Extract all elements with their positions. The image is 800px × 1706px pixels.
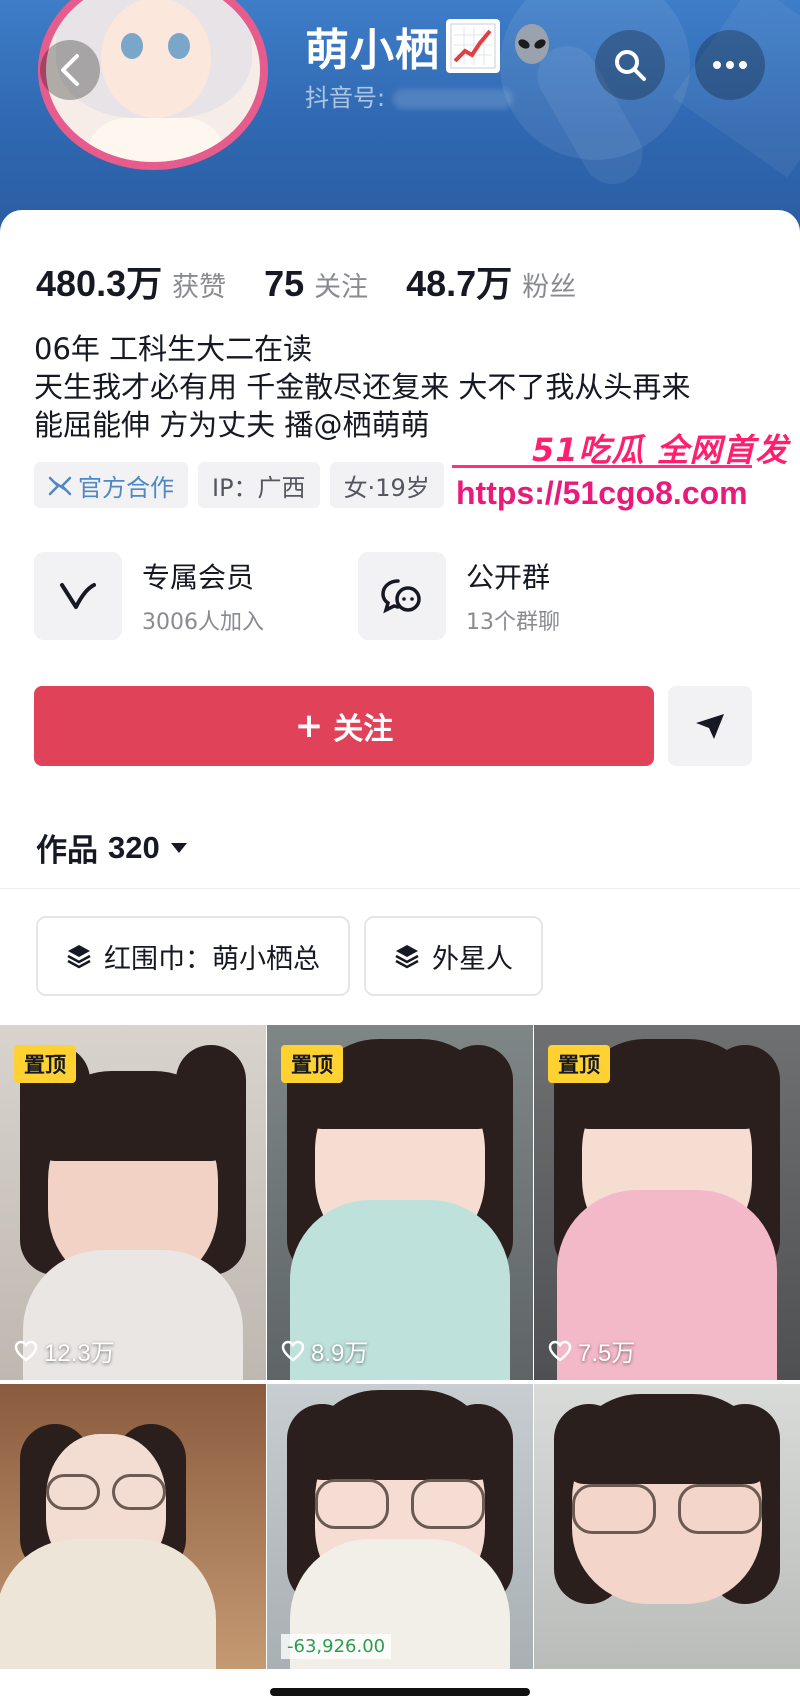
chevron-left-icon xyxy=(61,54,79,86)
works-label: 作品 xyxy=(36,833,98,869)
collections-row: 红围巾：萌小栖总 外星人 xyxy=(36,916,543,996)
ip-location-tag: IP：广西 xyxy=(198,462,320,508)
handshake-icon xyxy=(48,474,72,496)
section-divider xyxy=(0,888,800,889)
like-count: 7.5万 xyxy=(548,1333,635,1368)
public-group-entry[interactable]: 公开群 13个群聊 xyxy=(358,552,682,640)
like-count: 12.3万 xyxy=(14,1333,115,1368)
nickname-text: 萌小栖 xyxy=(305,25,440,76)
douyin-id-label: 抖音号: xyxy=(305,84,386,112)
heart-icon xyxy=(548,1340,572,1362)
back-button[interactable] xyxy=(40,40,100,100)
more-dots-icon xyxy=(713,61,747,69)
bio-line: 06年 工科生大二在读 xyxy=(34,332,313,366)
collection-label: 红围巾：萌小栖总 xyxy=(104,943,320,975)
search-button[interactable] xyxy=(595,30,665,100)
like-count-value: 7.5万 xyxy=(578,1340,636,1367)
likes-label: 获赞 xyxy=(172,272,227,302)
likes-count: 480.3万 xyxy=(36,263,163,304)
followers-count[interactable]: 48.7万 xyxy=(406,255,512,307)
follow-button-label: 关注 xyxy=(333,712,394,747)
douyin-id-redacted xyxy=(393,89,514,109)
following-count[interactable]: 75 xyxy=(264,263,304,305)
video-thumbnail[interactable]: 置顶 8.9万 xyxy=(267,1025,533,1380)
heart-icon xyxy=(14,1340,38,1362)
like-count-value: 12.3万 xyxy=(44,1340,115,1367)
tab-works[interactable]: 作品 320 xyxy=(36,825,188,870)
douyin-id: 抖音号: xyxy=(305,78,514,113)
gender-age-tag: 女·19岁 xyxy=(329,462,444,508)
video-thumbnail[interactable]: 置顶 7.5万 xyxy=(534,1025,800,1380)
following-label[interactable]: 关注 xyxy=(314,265,368,304)
like-count-value: 8.9万 xyxy=(311,1340,369,1367)
chart-increasing-icon xyxy=(446,19,500,73)
share-button[interactable] xyxy=(668,686,752,766)
collection-chip[interactable]: 外星人 xyxy=(364,916,543,996)
bio-mention-link[interactable]: @栖萌萌 xyxy=(313,408,429,442)
like-count: 8.9万 xyxy=(281,1333,368,1368)
video-thumbnail[interactable] xyxy=(0,1384,266,1669)
send-arrow-icon xyxy=(696,714,724,739)
video-thumbnail[interactable]: 置顶 12.3万 xyxy=(0,1025,266,1380)
site-watermark: 51吃瓜 全网首发 https://51cgo8.com xyxy=(452,425,788,525)
video-overlay-text: -63,926.00 xyxy=(281,1634,392,1659)
feature-subtitle: 13个群聊 xyxy=(466,610,560,635)
profile-header-banner: 萌小栖 抖音号: xyxy=(0,0,800,240)
bio-text: 能屈能伸 方为丈夫 播 xyxy=(34,408,314,442)
pinned-badge: 置顶 xyxy=(14,1045,76,1083)
alien-icon xyxy=(515,24,549,64)
collection-chip[interactable]: 红围巾：萌小栖总 xyxy=(36,916,350,996)
follow-button[interactable]: + 关注 xyxy=(34,686,654,766)
collection-label: 外星人 xyxy=(432,943,513,975)
layers-icon xyxy=(67,945,91,969)
heart-icon xyxy=(281,1340,305,1362)
layers-icon xyxy=(395,945,419,969)
exclusive-membership-entry[interactable]: 专属会员 3006人加入 xyxy=(34,552,358,640)
works-count: 320 xyxy=(108,829,160,865)
v-logo-icon xyxy=(34,552,122,640)
bio-line: 天生我才必有用 千金散尽还复来 大不了我从头再来 xyxy=(34,370,691,404)
video-grid: 置顶 12.3万 置顶 8.9万 置顶 7.5万 -63,926.00 xyxy=(0,1025,800,1669)
ip-location-label: IP：广西 xyxy=(212,473,306,502)
chat-bubbles-icon xyxy=(358,552,446,640)
gender-age-label: 女·19岁 xyxy=(343,473,430,502)
profile-stats: 480.3万 获赞 75 关注 48.7万 粉丝 xyxy=(36,255,614,307)
pinned-badge: 置顶 xyxy=(281,1045,343,1083)
followers-label[interactable]: 粉丝 xyxy=(522,265,576,304)
watermark-line xyxy=(452,465,752,468)
feature-title: 公开群 xyxy=(466,561,551,594)
caret-down-icon xyxy=(170,842,187,853)
plus-icon: + xyxy=(294,706,324,746)
more-options-button[interactable] xyxy=(695,30,765,100)
search-icon xyxy=(615,50,646,81)
watermark-url: https://51cgo8.com xyxy=(456,475,748,511)
pinned-badge: 置顶 xyxy=(548,1045,610,1083)
official-partner-tag[interactable]: 官方合作 xyxy=(34,462,188,508)
video-thumbnail[interactable] xyxy=(534,1384,800,1669)
feature-title: 专属会员 xyxy=(142,561,255,594)
home-indicator[interactable] xyxy=(270,1688,530,1696)
profile-nickname: 萌小栖 xyxy=(305,14,552,78)
feature-subtitle: 3006人加入 xyxy=(142,610,264,635)
official-partner-label: 官方合作 xyxy=(78,473,174,502)
profile-tags: 官方合作 IP：广西 女·19岁 xyxy=(34,462,444,508)
video-thumbnail[interactable]: -63,926.00 xyxy=(267,1384,533,1669)
feature-entries: 专属会员 3006人加入 公开群 13个群聊 xyxy=(34,552,682,640)
